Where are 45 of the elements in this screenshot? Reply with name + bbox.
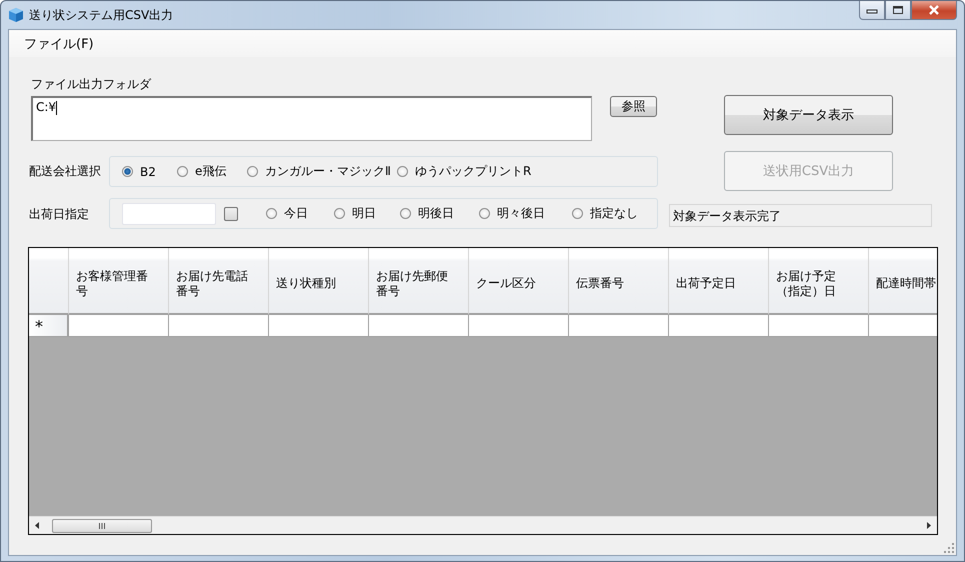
- radio-label: e飛伝: [195, 163, 226, 180]
- show-data-button[interactable]: 対象データ表示: [724, 95, 893, 135]
- radio-button[interactable]: [572, 208, 583, 219]
- radio-label: 明後日: [418, 205, 454, 222]
- radio-button[interactable]: [479, 208, 490, 219]
- radio-label: 指定なし: [590, 205, 638, 222]
- app-cube-icon: [8, 7, 24, 23]
- browse-button[interactable]: 参照: [610, 96, 657, 117]
- folder-path-field[interactable]: C:¥: [31, 96, 592, 141]
- radio-label: 今日: [284, 205, 308, 222]
- menu-item[interactable]: ファイル(F): [17, 34, 101, 52]
- date-field[interactable]: [122, 202, 216, 224]
- ship-date-label: 出荷日指定: [29, 207, 90, 221]
- folder-label: ファイル出力フォルダ: [31, 77, 152, 91]
- radio-label: カンガルー・マジックⅡ: [265, 163, 391, 180]
- horizontal-scrollbar[interactable]: [29, 516, 937, 534]
- radio-button[interactable]: [247, 166, 258, 177]
- radio-button[interactable]: [266, 208, 277, 219]
- column-header[interactable]: 送り状種別: [276, 276, 336, 291]
- maximize-icon[interactable]: [892, 5, 904, 15]
- column-header[interactable]: 配達時間帯: [876, 276, 936, 291]
- column-header[interactable]: クール区分: [476, 276, 536, 291]
- radio-label: B2: [140, 164, 156, 178]
- scroll-left-icon[interactable]: [35, 522, 40, 529]
- checkbox[interactable]: [224, 206, 238, 220]
- radio-label: 明日: [352, 205, 376, 222]
- radio-button[interactable]: [400, 208, 411, 219]
- radio-button[interactable]: [397, 166, 408, 177]
- column-header[interactable]: 伝票番号: [576, 276, 624, 291]
- scroll-thumb[interactable]: [52, 518, 152, 532]
- radio-button[interactable]: [177, 166, 188, 177]
- radio-label: 明々後日: [497, 205, 545, 222]
- scroll-right-icon[interactable]: [926, 522, 931, 529]
- resize-grip-icon[interactable]: [944, 543, 954, 553]
- column-header[interactable]: 出荷予定日: [676, 276, 736, 291]
- window-title: 送り状システム用CSV出力: [29, 6, 174, 24]
- radio-label: ゆうパックプリントR: [415, 163, 532, 180]
- status-field: 対象データ表示完了: [669, 204, 932, 227]
- close-button[interactable]: [911, 1, 957, 20]
- carrier-label: 配送会社選択: [29, 164, 102, 178]
- radio-button[interactable]: [122, 166, 133, 177]
- maximize-button[interactable]: [885, 1, 911, 20]
- radio-button[interactable]: [334, 208, 345, 219]
- minimize-button[interactable]: [859, 1, 885, 20]
- close-icon[interactable]: [927, 5, 941, 15]
